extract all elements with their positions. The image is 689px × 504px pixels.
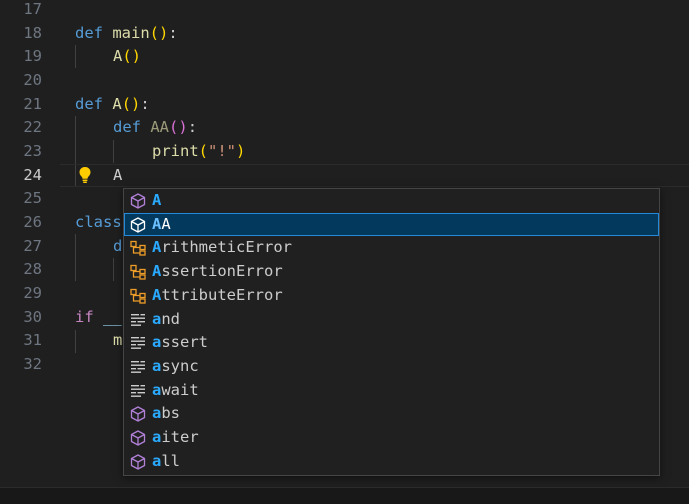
keyword-icon xyxy=(131,337,145,350)
line-number: 25 xyxy=(23,189,42,208)
suggestion-item[interactable]: A xyxy=(124,189,659,213)
line-number: 17 xyxy=(23,0,42,18)
code-text: def AA(): xyxy=(113,118,198,137)
bottom-panel-edge xyxy=(0,487,689,504)
line-number: 20 xyxy=(23,71,42,89)
keyword-icon xyxy=(131,313,145,326)
class-icon xyxy=(130,264,146,280)
line-number: 29 xyxy=(23,284,42,302)
suggestion-item[interactable]: all xyxy=(124,450,659,474)
code-text: class xyxy=(75,213,122,231)
suggestion-label: all xyxy=(152,451,181,470)
lightbulb-icon[interactable] xyxy=(78,166,92,184)
module-icon xyxy=(130,217,146,233)
class-icon xyxy=(130,241,146,257)
line-number: 28 xyxy=(23,260,42,279)
line-number: 31 xyxy=(23,331,42,350)
suggestion-item[interactable]: AttributeError xyxy=(124,284,659,308)
line-number: 30 xyxy=(23,307,42,326)
code-line[interactable]: 23 print("!") xyxy=(0,140,689,164)
code-text: def main(): xyxy=(75,23,178,42)
code-line[interactable]: 18 def main(): xyxy=(0,22,689,46)
code-text: d xyxy=(113,236,123,255)
line-number: 19 xyxy=(23,47,42,66)
suggestion-label: AttributeError xyxy=(152,285,283,304)
suggestion-label: and xyxy=(152,309,181,328)
suggestion-label: aiter xyxy=(152,428,199,446)
code-line[interactable]: 20 xyxy=(0,69,689,93)
line-number: 23 xyxy=(23,142,42,160)
module-icon xyxy=(130,430,146,446)
code-line-current[interactable]: 24 A xyxy=(23,163,689,188)
code-line[interactable]: 17 xyxy=(0,0,689,22)
code-text: A() xyxy=(113,47,142,66)
module-icon xyxy=(130,454,146,470)
suggestion-label: A xyxy=(152,191,162,209)
suggestion-item[interactable]: await xyxy=(124,379,659,403)
line-number: 27 xyxy=(23,236,42,255)
suggestion-label: assert xyxy=(152,333,209,352)
code-text: def A(): xyxy=(75,94,150,113)
suggestion-item-selected[interactable]: AA xyxy=(124,212,659,237)
code-text: print("!") xyxy=(152,142,246,160)
line-number: 22 xyxy=(23,118,42,137)
suggestion-item[interactable]: ArithmeticError xyxy=(124,236,659,260)
line-number: 32 xyxy=(23,355,42,373)
code-text: A xyxy=(113,165,123,184)
suggestion-item[interactable]: async xyxy=(124,355,659,379)
suggestion-item[interactable]: AssertionError xyxy=(124,260,659,284)
suggestion-item[interactable]: assert xyxy=(124,331,659,355)
suggestion-label: ArithmeticError xyxy=(152,238,292,257)
line-number: 24 xyxy=(23,165,42,184)
class-icon xyxy=(130,288,146,304)
suggestion-label: async xyxy=(152,356,199,375)
suggestion-item[interactable]: abs xyxy=(124,402,659,426)
suggestion-widget[interactable]: A AA ArithmeticError AssertionError Attr… xyxy=(123,188,660,476)
keyword-icon xyxy=(131,384,145,397)
suggestion-item[interactable]: aiter xyxy=(124,426,659,450)
code-line[interactable]: 22 def AA(): xyxy=(0,116,689,140)
line-number: 26 xyxy=(23,213,42,231)
line-number: 18 xyxy=(23,23,42,42)
code-line[interactable]: 19 A() xyxy=(0,45,689,69)
suggestion-label: await xyxy=(152,380,199,399)
module-icon xyxy=(130,193,146,209)
line-number: 21 xyxy=(23,94,42,113)
code-line[interactable]: 21 def A(): xyxy=(0,93,689,117)
suggestion-label: AssertionError xyxy=(152,262,283,281)
suggestion-label: abs xyxy=(152,404,181,423)
code-text: m xyxy=(113,331,123,350)
keyword-icon xyxy=(131,360,145,373)
module-icon xyxy=(130,406,146,422)
code-text: if __ xyxy=(75,307,122,326)
suggestion-item[interactable]: and xyxy=(124,308,659,332)
suggestion-label: AA xyxy=(152,214,171,233)
